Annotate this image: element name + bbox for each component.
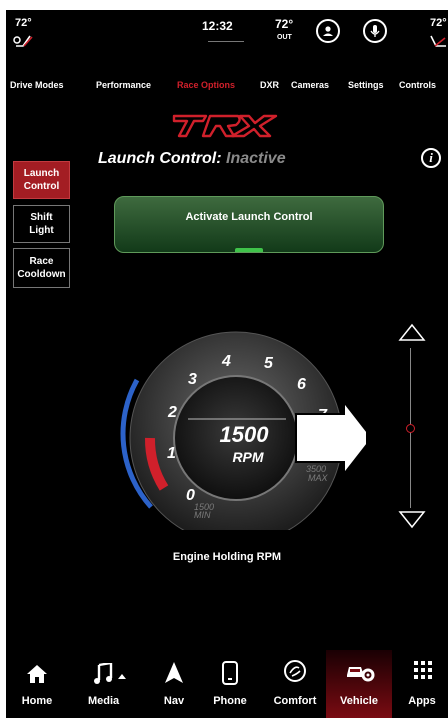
trx-logo — [172, 114, 278, 138]
nav-media[interactable]: Media — [72, 650, 146, 718]
nav-home-label: Home — [21, 695, 53, 707]
info-icon[interactable]: i — [421, 148, 441, 168]
nav-vehicle[interactable]: Vehicle — [326, 650, 392, 718]
launch-control-title: Launch Control: Inactive — [98, 150, 286, 168]
side-launch-control-label: Launch Control — [23, 168, 60, 192]
tab-race-options[interactable]: Race Options — [177, 80, 235, 90]
launch-control-label: Launch Control: — [98, 150, 222, 167]
microphone-icon — [370, 25, 380, 37]
tick-4: 4 — [221, 353, 231, 370]
nav-apps[interactable]: Apps — [396, 650, 448, 718]
comfort-icon — [284, 660, 306, 682]
nav-phone-label: Phone — [213, 695, 247, 707]
voice-button[interactable] — [363, 19, 387, 43]
outside-label: OUT — [277, 34, 292, 41]
apps-grid-icon — [414, 661, 432, 679]
nav-apps-label: Apps — [408, 695, 436, 707]
tick-6: 6 — [297, 376, 306, 393]
navigation-arrow-icon — [165, 662, 183, 683]
heated-seat-icon[interactable] — [13, 34, 35, 48]
side-race-cooldown[interactable]: Race Cooldown — [13, 248, 70, 288]
outside-temp: 72° — [275, 17, 294, 31]
side-shift-light[interactable]: Shift Light — [13, 205, 70, 243]
activate-indicator — [235, 248, 263, 252]
passenger-heated-seat-icon[interactable] — [430, 34, 448, 48]
tab-settings[interactable]: Settings — [348, 80, 384, 90]
activate-launch-control-label: Activate Launch Control — [185, 211, 313, 223]
tab-performance[interactable]: Performance — [96, 80, 151, 90]
tab-dxr[interactable]: DXR — [260, 80, 279, 90]
tab-drive-modes[interactable]: Drive Modes — [10, 80, 64, 90]
side-launch-control[interactable]: Launch Control — [13, 161, 70, 199]
clock: 12:32 — [202, 19, 233, 33]
status-bar: 72° 12:32 72° OUT 72° — [6, 10, 448, 68]
top-tabs: Drive Modes Performance Race Options DXR… — [6, 80, 448, 94]
vehicle-settings-icon — [347, 667, 375, 682]
tick-2: 2 — [167, 404, 177, 421]
rpm-gauge: 0 1 2 3 4 5 6 7 1500 RPM 1500 MIN 3500 M… — [120, 331, 366, 530]
nav-comfort[interactable]: Comfort — [264, 650, 326, 718]
bottom-nav: Home Media Nav Phone Comfort Vehicle App… — [6, 650, 448, 718]
rpm-unit: RPM — [232, 449, 263, 465]
triangle-up-icon[interactable] — [398, 322, 426, 342]
tab-cameras[interactable]: Cameras — [291, 80, 329, 90]
rpm-value: 1500 — [220, 422, 270, 447]
max-label: MAX — [308, 473, 329, 483]
nav-nav[interactable]: Nav — [152, 650, 196, 718]
tab-controls[interactable]: Controls — [399, 80, 436, 90]
activate-launch-control-button[interactable]: Activate Launch Control — [114, 196, 384, 253]
music-note-icon — [94, 663, 126, 684]
passenger-temp[interactable]: 72° — [430, 18, 447, 29]
tick-3: 3 — [188, 371, 197, 388]
nav-vehicle-label: Vehicle — [340, 695, 378, 707]
clock-underline — [208, 41, 244, 42]
launch-control-state: Inactive — [226, 150, 286, 167]
nav-nav-label: Nav — [163, 695, 185, 707]
phone-icon — [222, 661, 238, 685]
rpm-slider-thumb[interactable] — [406, 424, 415, 433]
nav-comfort-label: Comfort — [273, 695, 317, 707]
profile-icon — [323, 26, 333, 36]
side-race-cooldown-label: Race Cooldown — [17, 256, 66, 280]
tick-1: 1 — [167, 445, 176, 462]
head-unit-screen: 72° 12:32 72° OUT 72° Drive Modes Perfor… — [6, 10, 448, 718]
engine-holding-label: Engine Holding RPM — [172, 551, 282, 563]
nav-home[interactable]: Home — [6, 650, 68, 718]
triangle-down-icon[interactable] — [398, 510, 426, 530]
driver-temp[interactable]: 72° — [15, 18, 32, 29]
side-shift-light-label: Shift Light — [29, 212, 54, 236]
home-icon — [27, 665, 47, 683]
nav-phone[interactable]: Phone — [202, 650, 258, 718]
tick-5: 5 — [264, 355, 274, 372]
nav-media-label: Media — [88, 695, 120, 707]
min-label: MIN — [194, 510, 211, 520]
profile-button[interactable] — [316, 19, 340, 43]
